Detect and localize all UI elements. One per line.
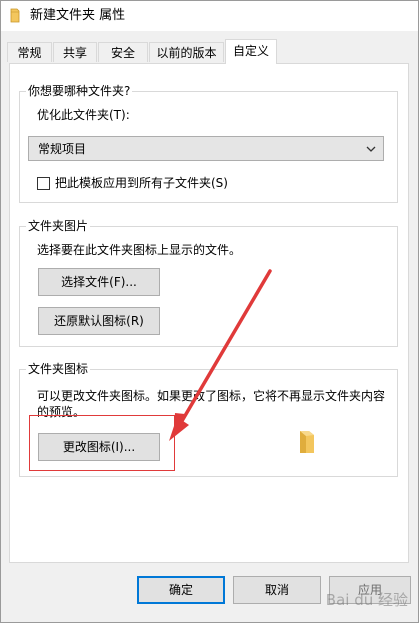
tab-customize[interactable]: 自定义 <box>225 39 277 64</box>
tab-strip: 常规 共享 安全 以前的版本 自定义 <box>1 31 418 64</box>
ok-button[interactable]: 确定 <box>137 576 225 604</box>
restore-default-button[interactable]: 还原默认图标(R) <box>38 307 160 335</box>
properties-dialog: 新建文件夹 属性 常规 共享 安全 以前的版本 自定义 你想要哪种文件夹? 优化… <box>0 0 419 623</box>
chevron-down-icon <box>366 146 376 152</box>
folder-icon <box>300 431 314 453</box>
folder-icon-group-title: 文件夹图标 <box>26 361 91 377</box>
tab-sharing[interactable]: 共享 <box>53 42 97 62</box>
cancel-button[interactable]: 取消 <box>233 576 321 604</box>
optimize-select-value: 常规项目 <box>38 142 87 156</box>
tab-previous-versions[interactable]: 以前的版本 <box>149 42 224 62</box>
folder-picture-group-title: 文件夹图片 <box>26 218 91 234</box>
folder-icon-description-line1: 可以更改文件夹图标。如果更改了图标，它将不再显示文件夹内容 <box>37 389 386 403</box>
window-title: 新建文件夹 属性 <box>30 8 126 23</box>
apply-subfolders-label[interactable]: 把此模板应用到所有子文件夹(S) <box>55 175 228 191</box>
optimize-select[interactable]: 常规项目 <box>28 136 384 161</box>
folder-picture-description: 选择要在此文件夹图标上显示的文件。 <box>37 243 242 257</box>
title-bar[interactable]: 新建文件夹 属性 <box>1 1 418 31</box>
choose-file-button[interactable]: 选择文件(F)... <box>38 268 160 296</box>
tab-security[interactable]: 安全 <box>98 42 148 62</box>
watermark-text: Bai du 经验 <box>325 591 408 609</box>
optimize-label: 优化此文件夹(T): <box>37 108 130 122</box>
apply-subfolders-checkbox[interactable] <box>37 177 50 190</box>
folder-icon <box>10 8 20 23</box>
tab-general[interactable]: 常规 <box>7 42 52 62</box>
folder-type-group-title: 你想要哪种文件夹? <box>26 83 133 99</box>
annotation-highlight-box <box>29 415 175 471</box>
